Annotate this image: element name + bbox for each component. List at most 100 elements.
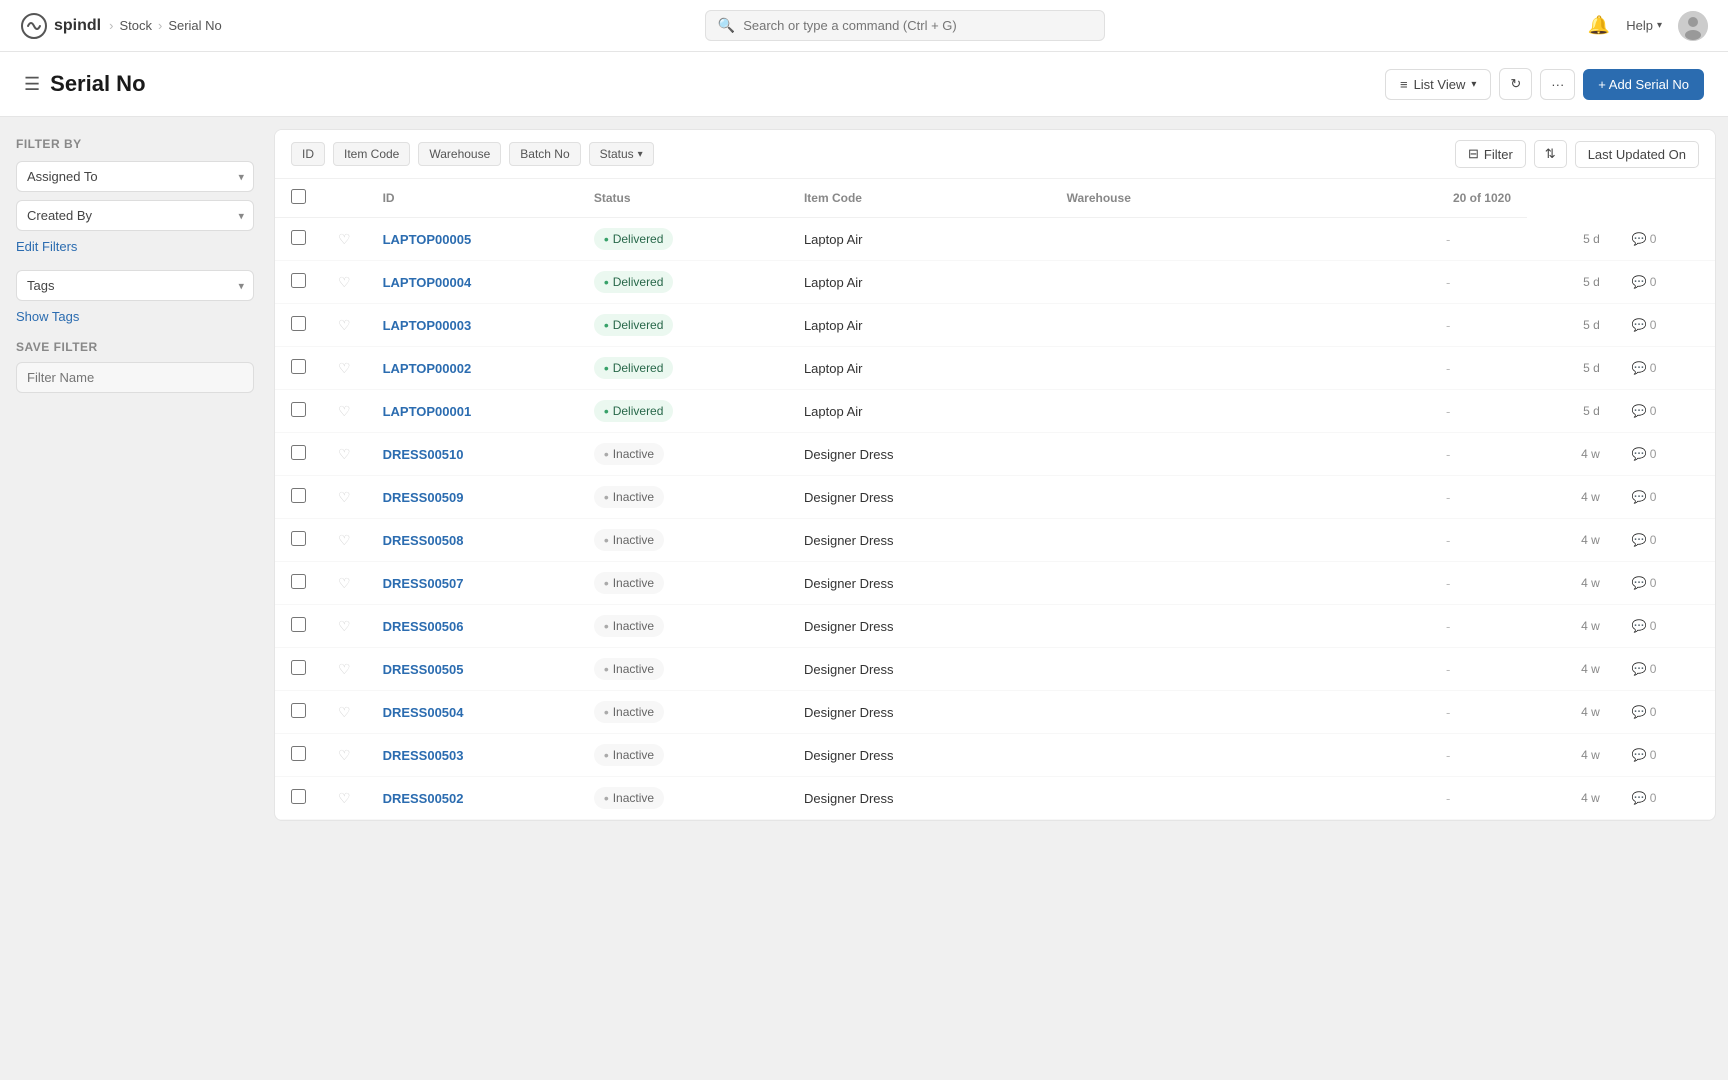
row-status: Inactive xyxy=(578,476,788,519)
row-checkbox[interactable] xyxy=(291,230,306,245)
breadcrumb-serial-no[interactable]: Serial No xyxy=(168,18,221,33)
row-checkbox-cell xyxy=(275,734,322,777)
search-box[interactable]: 🔍 xyxy=(705,10,1105,41)
table-row: ♡ DRESS00507 Inactive Designer Dress - 4… xyxy=(275,562,1715,605)
notifications-button[interactable]: 🔔 xyxy=(1588,15,1610,36)
filter-tag-status[interactable]: Status ▾ xyxy=(589,142,654,166)
row-checkbox[interactable] xyxy=(291,316,306,331)
row-checkbox[interactable] xyxy=(291,617,306,632)
th-item-code[interactable]: Item Code xyxy=(788,179,1051,218)
favorite-icon[interactable]: ♡ xyxy=(338,446,351,462)
th-status[interactable]: Status xyxy=(578,179,788,218)
row-id[interactable]: DRESS00507 xyxy=(367,562,578,605)
row-checkbox[interactable] xyxy=(291,789,306,804)
row-checkbox[interactable] xyxy=(291,746,306,761)
row-heart-cell: ♡ xyxy=(322,433,367,476)
sort-button[interactable]: ⇅ xyxy=(1534,140,1567,168)
breadcrumb-stock[interactable]: Stock xyxy=(119,18,152,33)
table-scroll[interactable]: ID Status Item Code Warehouse xyxy=(275,179,1715,820)
row-id[interactable]: DRESS00510 xyxy=(367,433,578,476)
serial-no-table: ID Status Item Code Warehouse xyxy=(275,179,1715,820)
row-warehouse xyxy=(1051,734,1314,777)
row-id[interactable]: LAPTOP00001 xyxy=(367,390,578,433)
favorite-icon[interactable]: ♡ xyxy=(338,274,351,290)
menu-icon[interactable]: ☰ xyxy=(24,74,40,95)
row-id[interactable]: LAPTOP00004 xyxy=(367,261,578,304)
row-warehouse xyxy=(1051,218,1314,261)
status-badge: Delivered xyxy=(594,271,674,293)
favorite-icon[interactable]: ♡ xyxy=(338,403,351,419)
filter-label: Filter xyxy=(1484,147,1513,162)
app-logo[interactable]: spindl xyxy=(20,12,101,40)
row-id[interactable]: DRESS00509 xyxy=(367,476,578,519)
row-checkbox[interactable] xyxy=(291,703,306,718)
th-id[interactable]: ID xyxy=(367,179,578,218)
table-row: ♡ LAPTOP00004 Delivered Laptop Air - 5 d… xyxy=(275,261,1715,304)
user-avatar[interactable] xyxy=(1678,11,1708,41)
row-id[interactable]: DRESS00508 xyxy=(367,519,578,562)
filter-tag-warehouse[interactable]: Warehouse xyxy=(418,142,501,166)
select-all-checkbox[interactable] xyxy=(291,189,306,204)
favorite-icon[interactable]: ♡ xyxy=(338,231,351,247)
last-updated-button[interactable]: Last Updated On xyxy=(1575,141,1699,168)
edit-filters-link[interactable]: Edit Filters xyxy=(16,239,254,254)
favorite-icon[interactable]: ♡ xyxy=(338,790,351,806)
filter-tag-batch-no[interactable]: Batch No xyxy=(509,142,580,166)
row-checkbox[interactable] xyxy=(291,402,306,417)
created-by-select[interactable]: Created By xyxy=(16,200,254,231)
favorite-icon[interactable]: ♡ xyxy=(338,532,351,548)
row-comments: 💬 0 xyxy=(1616,777,1715,820)
add-serial-no-button[interactable]: + Add Serial No xyxy=(1583,69,1704,100)
row-comments: 💬 0 xyxy=(1616,648,1715,691)
row-id[interactable]: DRESS00503 xyxy=(367,734,578,777)
row-warehouse xyxy=(1051,347,1314,390)
favorite-icon[interactable]: ♡ xyxy=(338,704,351,720)
refresh-button[interactable]: ↻ xyxy=(1499,68,1532,100)
search-input[interactable] xyxy=(743,18,1092,33)
row-warehouse xyxy=(1051,390,1314,433)
filter-name-input[interactable] xyxy=(16,362,254,393)
row-dash: - xyxy=(1369,691,1527,734)
row-heart-cell: ♡ xyxy=(322,777,367,820)
favorite-icon[interactable]: ♡ xyxy=(338,575,351,591)
row-dash: - xyxy=(1369,304,1527,347)
filter-tag-id[interactable]: ID xyxy=(291,142,325,166)
assigned-to-select[interactable]: Assigned To xyxy=(16,161,254,192)
table-row: ♡ DRESS00510 Inactive Designer Dress - 4… xyxy=(275,433,1715,476)
row-checkbox[interactable] xyxy=(291,273,306,288)
row-id[interactable]: LAPTOP00002 xyxy=(367,347,578,390)
favorite-icon[interactable]: ♡ xyxy=(338,618,351,634)
row-checkbox[interactable] xyxy=(291,488,306,503)
more-options-button[interactable]: ··· xyxy=(1540,69,1575,100)
th-warehouse[interactable]: Warehouse xyxy=(1051,179,1314,218)
row-id[interactable]: DRESS00502 xyxy=(367,777,578,820)
row-status: Inactive xyxy=(578,734,788,777)
help-button[interactable]: Help ▾ xyxy=(1626,18,1662,33)
favorite-icon[interactable]: ♡ xyxy=(338,747,351,763)
row-checkbox[interactable] xyxy=(291,574,306,589)
save-filter-label: Save Filter xyxy=(16,340,254,354)
filter-button[interactable]: ⊟ Filter xyxy=(1455,140,1526,168)
favorite-icon[interactable]: ♡ xyxy=(338,360,351,376)
favorite-icon[interactable]: ♡ xyxy=(338,317,351,333)
comment-count: 0 xyxy=(1650,662,1657,676)
filter-tag-item-code[interactable]: Item Code xyxy=(333,142,410,166)
favorite-icon[interactable]: ♡ xyxy=(338,661,351,677)
row-checkbox[interactable] xyxy=(291,445,306,460)
list-view-button[interactable]: ≡ List View ▾ xyxy=(1385,69,1491,100)
row-id[interactable]: DRESS00505 xyxy=(367,648,578,691)
row-id[interactable]: LAPTOP00005 xyxy=(367,218,578,261)
table-row: ♡ LAPTOP00001 Delivered Laptop Air - 5 d… xyxy=(275,390,1715,433)
row-checkbox[interactable] xyxy=(291,531,306,546)
row-id[interactable]: LAPTOP00003 xyxy=(367,304,578,347)
row-spacer xyxy=(1313,261,1369,304)
show-tags-link[interactable]: Show Tags xyxy=(16,309,254,324)
row-checkbox[interactable] xyxy=(291,359,306,374)
row-warehouse xyxy=(1051,562,1314,605)
row-id[interactable]: DRESS00506 xyxy=(367,605,578,648)
tags-select[interactable]: Tags xyxy=(16,270,254,301)
favorite-icon[interactable]: ♡ xyxy=(338,489,351,505)
row-id[interactable]: DRESS00504 xyxy=(367,691,578,734)
row-time: 5 d xyxy=(1527,347,1616,390)
row-checkbox[interactable] xyxy=(291,660,306,675)
